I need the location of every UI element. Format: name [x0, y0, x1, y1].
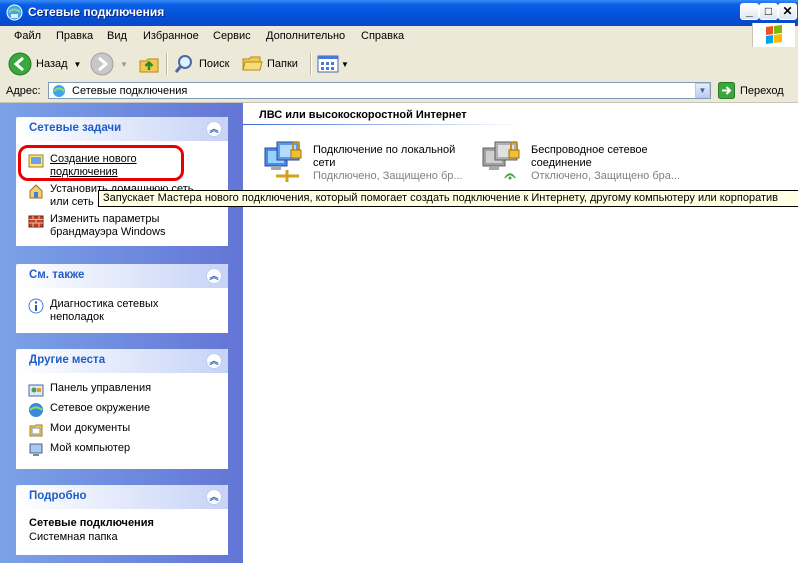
task-firewall-settings[interactable]: Изменить параметры брандмауэра Windows — [28, 213, 166, 239]
panel-body: Сетевые подключения Системная папка — [16, 509, 228, 555]
menu-tools[interactable]: Сервис — [213, 30, 251, 42]
panel-header[interactable]: Подробно ︽ — [16, 485, 228, 509]
highlight-annotation — [18, 145, 184, 181]
address-input[interactable]: Сетевые подключения — [48, 82, 711, 99]
collapse-chevron-icon[interactable]: ︽ — [206, 353, 222, 369]
section-divider — [243, 124, 523, 125]
close-button[interactable]: ✕ — [778, 3, 797, 20]
go-label: Переход — [740, 84, 784, 97]
my-computer-icon — [29, 443, 43, 456]
panel-body: Диагностика сетевых неполадок — [16, 288, 228, 333]
connection-wireless[interactable]: Беспроводное сетевое соединение Отключен… — [477, 140, 692, 190]
back-label: Назад — [36, 58, 68, 70]
tooltip: Запускает Мастера нового подключения, ко… — [98, 190, 798, 207]
panel-header[interactable]: См. также ︽ — [16, 264, 228, 288]
forward-button[interactable]: ▼ — [90, 48, 128, 80]
toolbar-separator — [310, 53, 312, 75]
menu-view[interactable]: Вид — [107, 30, 127, 42]
panel-title: Сетевые задачи — [29, 122, 122, 134]
network-connections-icon — [6, 4, 23, 21]
panel-title: См. также — [29, 269, 85, 281]
go-arrow-icon — [718, 82, 735, 99]
section-title: ЛВС или высокоскоростной Интернет — [259, 109, 467, 121]
home-network-icon — [29, 184, 43, 199]
up-folder-icon — [139, 58, 159, 73]
maximize-button[interactable]: □ — [759, 3, 778, 20]
address-dropdown-icon[interactable]: ▼ — [695, 83, 710, 98]
menu-file[interactable]: Файл — [14, 30, 41, 42]
link-label-line2: неполадок — [50, 311, 104, 323]
link-control-panel[interactable]: Панель управления — [28, 382, 151, 398]
panel-details: Подробно ︽ Сетевые подключения Системная… — [16, 485, 228, 555]
panel-body: Панель управления Сетевое окружение Мои … — [16, 373, 228, 469]
connection-status: Подключено, Защищено бр... — [313, 170, 463, 182]
views-icon — [317, 55, 339, 73]
panel-header[interactable]: Сетевые задачи ︽ — [16, 117, 228, 141]
go-button[interactable]: Переход — [718, 82, 784, 99]
network-places-icon — [29, 403, 43, 417]
panel-title: Подробно — [29, 490, 87, 502]
link-label-line1: Диагностика сетевых — [50, 298, 159, 310]
menu-advanced[interactable]: Дополнительно — [266, 30, 345, 42]
panel-see-also: См. также ︽ Диагностика сетевых неполадок — [16, 264, 228, 333]
back-arrow-icon — [8, 52, 32, 76]
collapse-chevron-icon[interactable]: ︽ — [206, 121, 222, 137]
up-button[interactable] — [138, 48, 160, 80]
collapse-chevron-icon[interactable]: ︽ — [206, 489, 222, 505]
search-button[interactable]: Поиск — [173, 48, 229, 80]
connection-name-line2: соединение — [531, 157, 592, 169]
folders-button[interactable]: Папки — [241, 48, 298, 80]
firewall-icon — [28, 215, 44, 228]
back-button[interactable]: Назад ▼ — [8, 48, 81, 80]
window-title: Сетевые подключения — [28, 5, 165, 19]
my-documents-icon — [29, 424, 43, 437]
back-dropdown-icon[interactable]: ▼ — [74, 60, 82, 69]
link-label: Мои документы — [50, 422, 131, 434]
network-connections-icon — [53, 85, 65, 97]
views-button[interactable]: ▼ — [317, 48, 349, 80]
search-icon — [174, 55, 192, 73]
task-label-line2: брандмауэра Windows — [50, 226, 166, 238]
address-value: Сетевые подключения — [72, 85, 188, 97]
folders-icon — [242, 56, 263, 71]
menu-edit[interactable]: Правка — [56, 30, 93, 42]
connection-name: Беспроводное сетевое — [531, 144, 648, 156]
task-label-line1: Изменить параметры — [50, 213, 160, 225]
control-panel-icon — [28, 384, 44, 397]
panel-network-tasks: Сетевые задачи ︽ Создание нового подключе… — [16, 117, 228, 246]
link-my-documents[interactable]: Мои документы — [28, 422, 130, 438]
details-name: Сетевые подключения — [29, 517, 154, 529]
search-label: Поиск — [199, 58, 230, 70]
folders-label: Папки — [267, 58, 298, 70]
link-network-places[interactable]: Сетевое окружение — [28, 402, 150, 418]
wireless-connection-icon — [482, 141, 520, 180]
details-type: Системная папка — [29, 531, 118, 543]
link-my-computer[interactable]: Мой компьютер — [28, 442, 130, 458]
link-label: Сетевое окружение — [50, 402, 151, 414]
link-label: Панель управления — [50, 382, 152, 394]
views-dropdown-icon[interactable]: ▼ — [341, 60, 349, 69]
lan-connection-icon — [264, 141, 302, 182]
forward-dropdown-icon[interactable]: ▼ — [120, 60, 128, 69]
link-network-diagnostics[interactable]: Диагностика сетевых неполадок — [28, 298, 158, 324]
panel-title: Другие места — [29, 354, 106, 366]
panel-other-places: Другие места ︽ Панель управления Сетевое… — [16, 349, 228, 469]
windows-logo — [752, 23, 795, 47]
info-icon — [28, 298, 44, 314]
collapse-chevron-icon[interactable]: ︽ — [206, 268, 222, 284]
connection-lan[interactable]: Подключение по локальной сети Подключено… — [259, 140, 474, 190]
panel-header[interactable]: Другие места ︽ — [16, 349, 228, 373]
address-label: Адрес: — [6, 85, 41, 97]
forward-arrow-icon — [90, 52, 114, 76]
toolbar-separator — [166, 53, 168, 75]
connection-name: Подключение по локальной — [313, 144, 456, 156]
link-label: Мой компьютер — [50, 442, 131, 454]
windows-flag-icon — [766, 25, 782, 44]
menu-favorites[interactable]: Избранное — [143, 30, 199, 42]
connection-name-line2: сети — [313, 157, 336, 169]
menu-help[interactable]: Справка — [361, 30, 404, 42]
connection-status: Отключено, Защищено бра... — [531, 170, 681, 182]
minimize-button[interactable]: _ — [740, 3, 759, 20]
